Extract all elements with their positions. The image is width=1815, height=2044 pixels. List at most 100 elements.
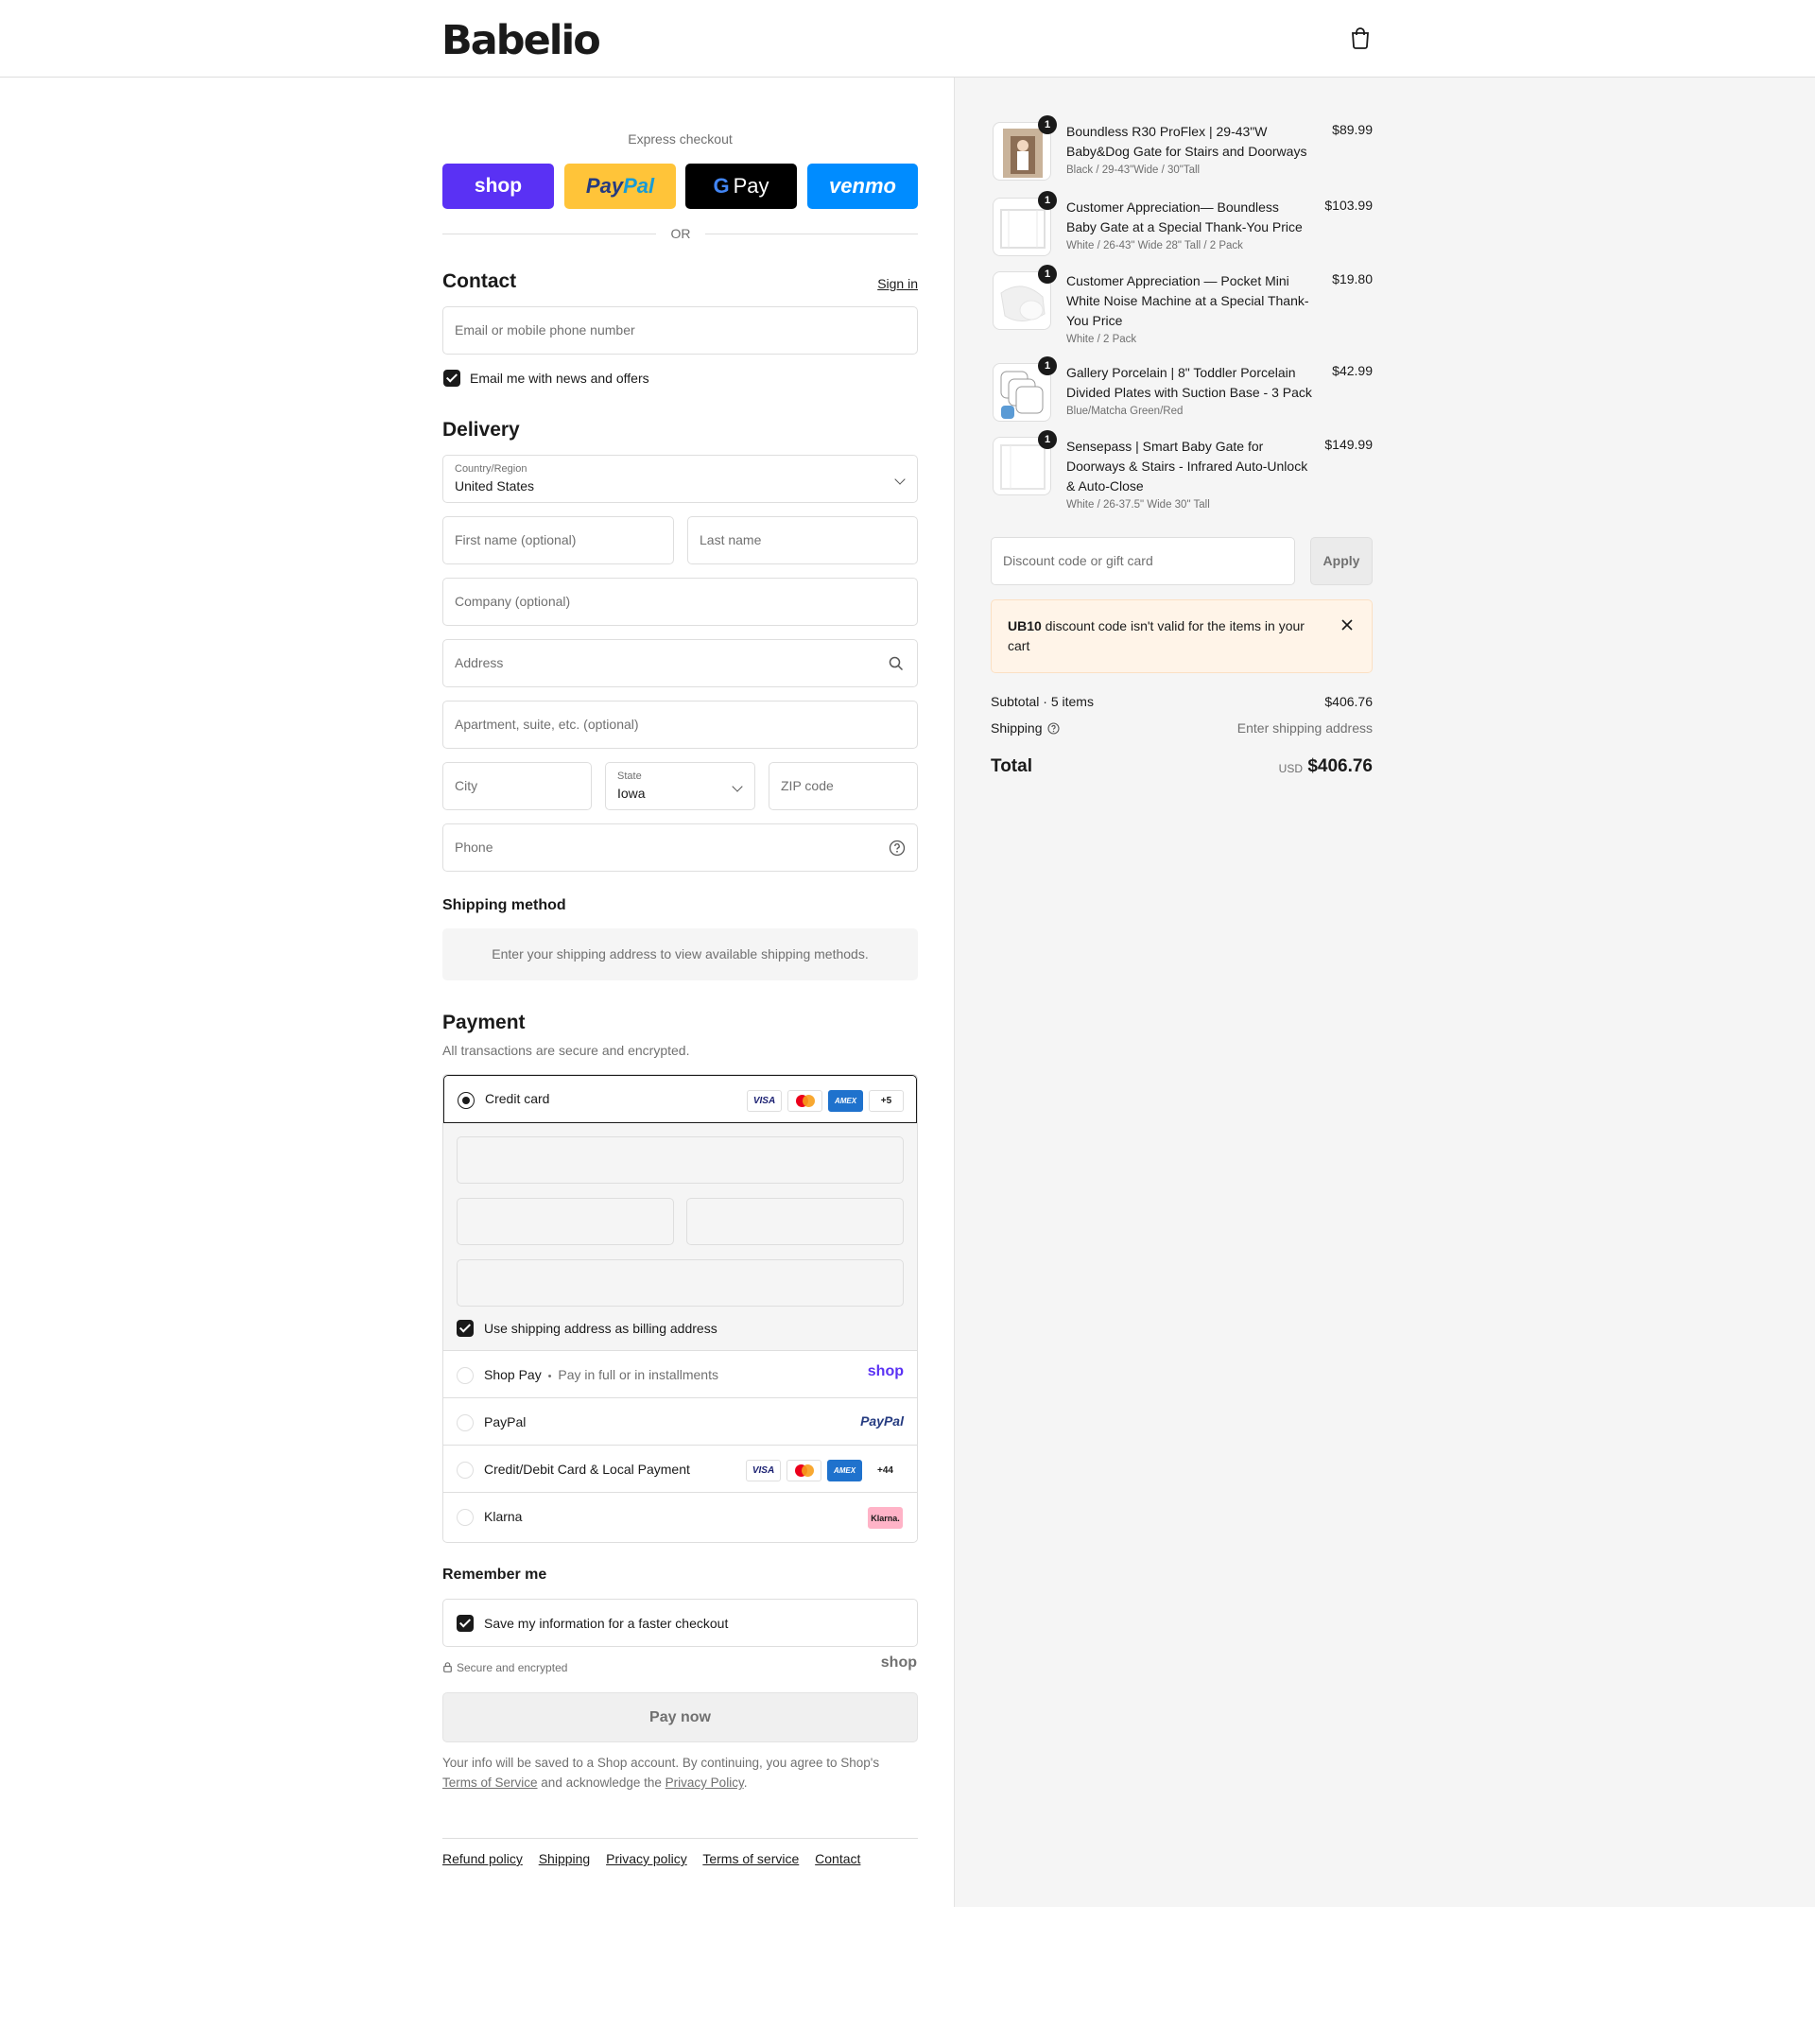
terms-of-service-link[interactable]: Terms of Service xyxy=(442,1776,538,1790)
newsletter-checkbox[interactable] xyxy=(443,370,460,387)
shop-pay-name: Shop Pay xyxy=(484,1367,542,1382)
privacy-policy-link[interactable]: Privacy Policy xyxy=(666,1776,744,1790)
zip-placeholder: ZIP code xyxy=(781,778,834,793)
footer-link-contact[interactable]: Contact xyxy=(815,1851,860,1866)
payment-methods: Credit card VISA AMEX +5 Use shipping ad… xyxy=(442,1074,918,1543)
quantity-badge: 1 xyxy=(1038,115,1057,134)
product-variant: White / 26-37.5" Wide 30" Tall xyxy=(1066,499,1210,511)
email-field[interactable]: Email or mobile phone number xyxy=(442,306,918,355)
close-icon[interactable] xyxy=(1341,619,1353,631)
discount-code-field[interactable]: Discount code or gift card xyxy=(991,537,1295,585)
venmo-logo: venmo xyxy=(829,174,896,198)
footer-link-terms[interactable]: Terms of service xyxy=(702,1851,799,1866)
secure-label: Secure and encrypted xyxy=(457,1661,568,1674)
address-field[interactable]: Address xyxy=(442,639,918,687)
first-name-field[interactable]: First name (optional) xyxy=(442,516,674,564)
quantity-badge: 1 xyxy=(1038,191,1057,210)
country-value: United States xyxy=(455,478,535,494)
product-price: $103.99 xyxy=(1324,198,1373,213)
quantity-badge: 1 xyxy=(1038,265,1057,284)
zip-field[interactable]: ZIP code xyxy=(769,762,918,810)
save-info-checkbox[interactable] xyxy=(457,1615,474,1632)
currency-code: USD xyxy=(1278,762,1303,775)
google-g-icon: G xyxy=(713,174,730,198)
remember-me-heading: Remember me xyxy=(442,1567,547,1583)
klarna-logo: Klarna. xyxy=(868,1507,903,1529)
footer-link-shipping[interactable]: Shipping xyxy=(539,1851,591,1866)
total-row: Total $406.76 USD xyxy=(991,756,1373,777)
help-icon[interactable] xyxy=(889,840,906,857)
shipping-method-heading: Shipping method xyxy=(442,897,566,913)
product-price: $19.80 xyxy=(1332,271,1373,286)
total-label: Total xyxy=(991,756,1032,776)
local-payment-radio[interactable] xyxy=(457,1462,474,1479)
payment-option-klarna[interactable]: Klarna Klarna. xyxy=(443,1493,917,1540)
klarna-radio[interactable] xyxy=(457,1509,474,1526)
billing-same-checkbox[interactable] xyxy=(457,1320,474,1337)
payment-option-local[interactable]: Credit/Debit Card & Local Payment VISA A… xyxy=(443,1446,917,1493)
last-name-field[interactable]: Last name xyxy=(687,516,918,564)
card-name-field[interactable] xyxy=(457,1259,904,1307)
help-icon[interactable] xyxy=(1047,722,1060,735)
store-logo[interactable]: Babelio xyxy=(441,17,601,64)
klarna-label: Klarna xyxy=(484,1509,523,1524)
apartment-placeholder: Apartment, suite, etc. (optional) xyxy=(455,717,639,732)
pay-now-button[interactable]: Pay now xyxy=(442,1692,918,1742)
payment-option-shop-pay[interactable]: Shop Pay • Pay in full or in installment… xyxy=(443,1351,917,1398)
shipping-label: Shipping xyxy=(991,720,1043,736)
product-price: $42.99 xyxy=(1332,363,1373,378)
shop-pay-button[interactable]: shop xyxy=(442,164,554,209)
product-price: $149.99 xyxy=(1324,437,1373,452)
shopping-bag-icon[interactable] xyxy=(1350,26,1371,49)
quantity-badge: 1 xyxy=(1038,430,1057,449)
chevron-down-icon xyxy=(894,474,906,485)
header: Babelio xyxy=(0,0,1815,78)
google-pay-button[interactable]: G Pay xyxy=(685,164,797,209)
product-variant: Black / 29-43"Wide / 30"Tall xyxy=(1066,165,1201,176)
address-placeholder: Address xyxy=(455,655,504,670)
legal-text-mid: and acknowledge the xyxy=(541,1776,662,1790)
card-number-field[interactable] xyxy=(457,1136,904,1184)
payment-option-credit-card[interactable]: Credit card VISA AMEX +5 xyxy=(443,1075,917,1123)
phone-placeholder: Phone xyxy=(455,840,493,855)
city-field[interactable]: City xyxy=(442,762,592,810)
order-summary-panel xyxy=(954,78,1815,1907)
phone-field[interactable]: Phone xyxy=(442,823,918,872)
quantity-badge: 1 xyxy=(1038,356,1057,375)
footer-link-privacy[interactable]: Privacy policy xyxy=(606,1851,687,1866)
footer-divider xyxy=(442,1838,918,1839)
footer-link-refund[interactable]: Refund policy xyxy=(442,1851,523,1866)
state-select[interactable]: State Iowa xyxy=(605,762,755,810)
footer-links: Refund policy Shipping Privacy policy Te… xyxy=(442,1851,873,1866)
mastercard-icon xyxy=(787,1090,822,1112)
visa-icon: VISA xyxy=(746,1460,781,1481)
apartment-field[interactable]: Apartment, suite, etc. (optional) xyxy=(442,701,918,749)
amex-icon: AMEX xyxy=(827,1460,862,1481)
paypal-button[interactable]: Pay Pal xyxy=(564,164,676,209)
legal-text: Your info will be saved to a Shop accoun… xyxy=(442,1756,880,1770)
apply-discount-button[interactable]: Apply xyxy=(1310,537,1373,585)
paypal-logo-a: Pay xyxy=(585,174,624,198)
product-price: $89.99 xyxy=(1332,122,1373,137)
payment-option-paypal[interactable]: PayPal PayPal xyxy=(443,1398,917,1446)
card-cvv-field[interactable] xyxy=(686,1198,904,1245)
shop-pay-radio[interactable] xyxy=(457,1367,474,1384)
product-name: Customer Appreciation — Pocket Mini Whit… xyxy=(1066,273,1309,328)
shop-pay-separator: • xyxy=(547,1371,552,1382)
company-field[interactable]: Company (optional) xyxy=(442,578,918,626)
shipping-value: Enter shipping address xyxy=(1236,720,1373,736)
product-name: Sensepass | Smart Baby Gate for Doorways… xyxy=(1066,439,1308,494)
mastercard-icon xyxy=(786,1460,821,1481)
delivery-heading: Delivery xyxy=(442,419,520,441)
total-value: $406.76 xyxy=(1307,756,1373,776)
venmo-button[interactable]: venmo xyxy=(807,164,918,209)
paypal-logo-b: Pal xyxy=(623,174,655,198)
shop-pay-subtitle: Pay in full or in installments xyxy=(558,1367,718,1382)
card-expiry-field[interactable] xyxy=(457,1198,674,1245)
sign-in-link[interactable]: Sign in xyxy=(877,276,918,291)
shipping-row: Shipping Enter shipping address xyxy=(991,720,1373,736)
credit-card-radio[interactable] xyxy=(458,1092,475,1109)
country-select[interactable]: Country/Region United States xyxy=(442,455,918,503)
product-name: Gallery Porcelain | 8" Toddler Porcelain… xyxy=(1066,365,1312,400)
paypal-radio[interactable] xyxy=(457,1414,474,1431)
